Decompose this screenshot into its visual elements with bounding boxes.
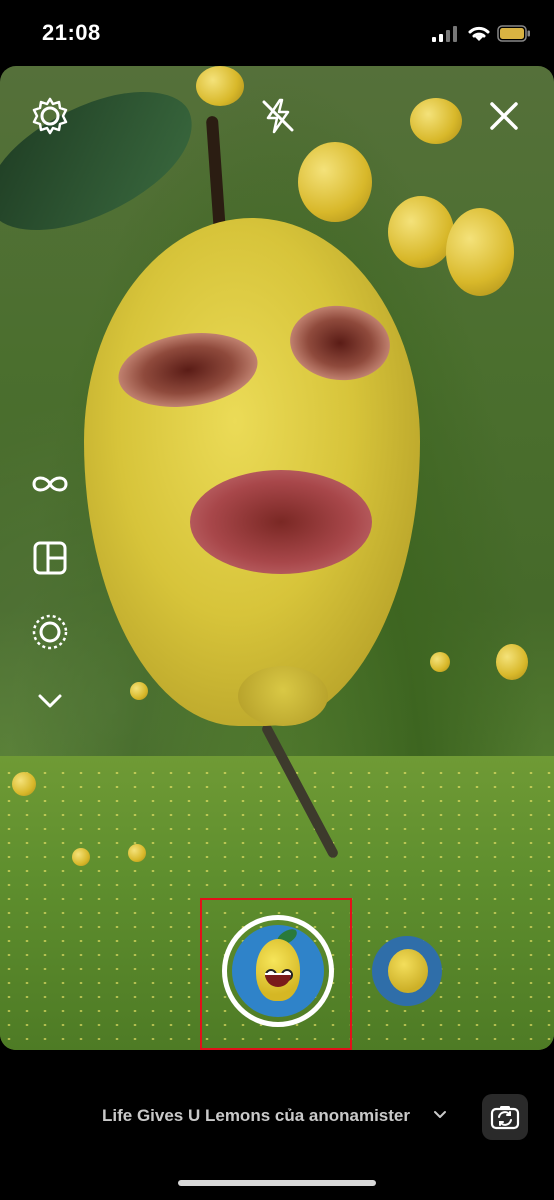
flash-off-icon[interactable] — [258, 96, 298, 136]
background-lemon — [446, 208, 514, 296]
lemon-stem — [205, 115, 227, 237]
infinity-icon[interactable] — [28, 470, 72, 498]
lemon-character-icon — [256, 939, 300, 1001]
effect-thumbnail-lemon[interactable] — [372, 936, 442, 1006]
close-icon[interactable] — [486, 98, 522, 134]
lens-icon[interactable] — [30, 612, 70, 652]
status-time: 21:08 — [42, 20, 101, 45]
background-lemon — [72, 848, 90, 866]
lemon-icon — [388, 949, 428, 993]
status-bar: 21:08 — [0, 0, 554, 66]
chevron-down-icon[interactable] — [36, 690, 64, 710]
background-lemon — [410, 98, 462, 144]
chevron-down-icon[interactable] — [433, 1108, 447, 1122]
home-indicator — [178, 1180, 376, 1186]
flip-camera-icon — [490, 1106, 520, 1130]
signal-icon — [432, 26, 457, 42]
effect-thumbnail-life-gives-u-lemons[interactable] — [232, 925, 324, 1017]
layout-icon[interactable] — [32, 540, 68, 576]
background-lemon — [496, 644, 528, 680]
effect-title[interactable]: Life Gives U Lemons của anonamister — [102, 1106, 410, 1126]
background-lemon — [128, 844, 146, 862]
background-lemon — [130, 682, 148, 700]
battery-icon — [497, 25, 530, 42]
background-lemon — [12, 772, 36, 796]
background-lemon — [388, 196, 454, 268]
lemon-tip — [238, 666, 328, 726]
wifi-icon — [468, 26, 490, 41]
background-lemon — [298, 142, 372, 222]
background-lemon — [430, 652, 450, 672]
mouth — [190, 470, 372, 574]
settings-icon[interactable] — [30, 96, 70, 136]
flip-camera-button[interactable] — [482, 1094, 528, 1140]
background-lemon — [196, 66, 244, 106]
